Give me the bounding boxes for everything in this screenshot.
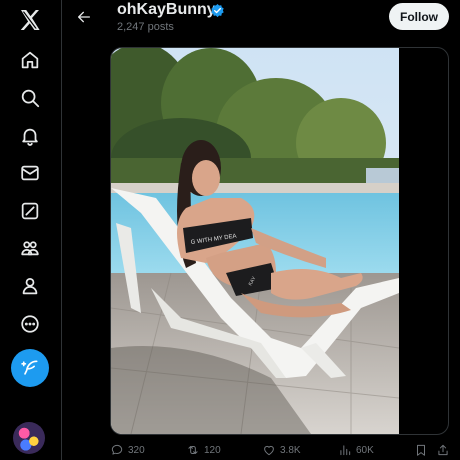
reply-button[interactable]: 320: [110, 440, 145, 460]
share-button[interactable]: [436, 440, 454, 460]
more-circle-icon[interactable]: [12, 306, 48, 342]
bell-icon[interactable]: [12, 118, 48, 154]
profile-icon[interactable]: [12, 268, 48, 304]
repost-icon: [188, 446, 198, 454]
media-card[interactable]: G WITH MY DEA KAY: [110, 47, 449, 435]
heart-icon: [264, 445, 274, 456]
repost-count: 120: [204, 444, 221, 456]
account-avatar[interactable]: [13, 422, 45, 454]
post-photo: G WITH MY DEA KAY: [111, 48, 399, 434]
like-button[interactable]: 3.8K: [262, 440, 301, 460]
post-button[interactable]: [11, 349, 49, 387]
verified-badge-icon: [211, 3, 224, 18]
grok-icon[interactable]: [12, 193, 48, 229]
view-count: 60K: [356, 444, 374, 456]
views-button[interactable]: 60K: [338, 440, 374, 460]
views-chart-icon: [340, 445, 351, 456]
post-count: 2,247 posts: [117, 21, 174, 33]
envelope-icon[interactable]: [12, 155, 48, 191]
profile-name: ohKayBunny: [117, 1, 216, 18]
like-count: 3.8K: [280, 444, 301, 456]
post-actions: 320 120 3.8K 60K: [110, 440, 455, 460]
x-logo-icon[interactable]: [12, 2, 48, 38]
left-nav-rail: [0, 0, 62, 460]
feather-plus-icon: [21, 360, 38, 375]
share-icon: [438, 444, 448, 456]
bookmark-button[interactable]: [414, 440, 432, 460]
communities-icon[interactable]: [12, 230, 48, 266]
reply-count: 320: [128, 444, 145, 456]
back-arrow-icon[interactable]: [72, 5, 96, 29]
bookmark-icon: [417, 444, 425, 456]
reply-icon: [111, 444, 123, 455]
repost-button[interactable]: 120: [186, 440, 221, 460]
home-icon[interactable]: [12, 42, 48, 78]
search-icon[interactable]: [12, 80, 48, 116]
follow-button[interactable]: Follow: [389, 3, 449, 30]
